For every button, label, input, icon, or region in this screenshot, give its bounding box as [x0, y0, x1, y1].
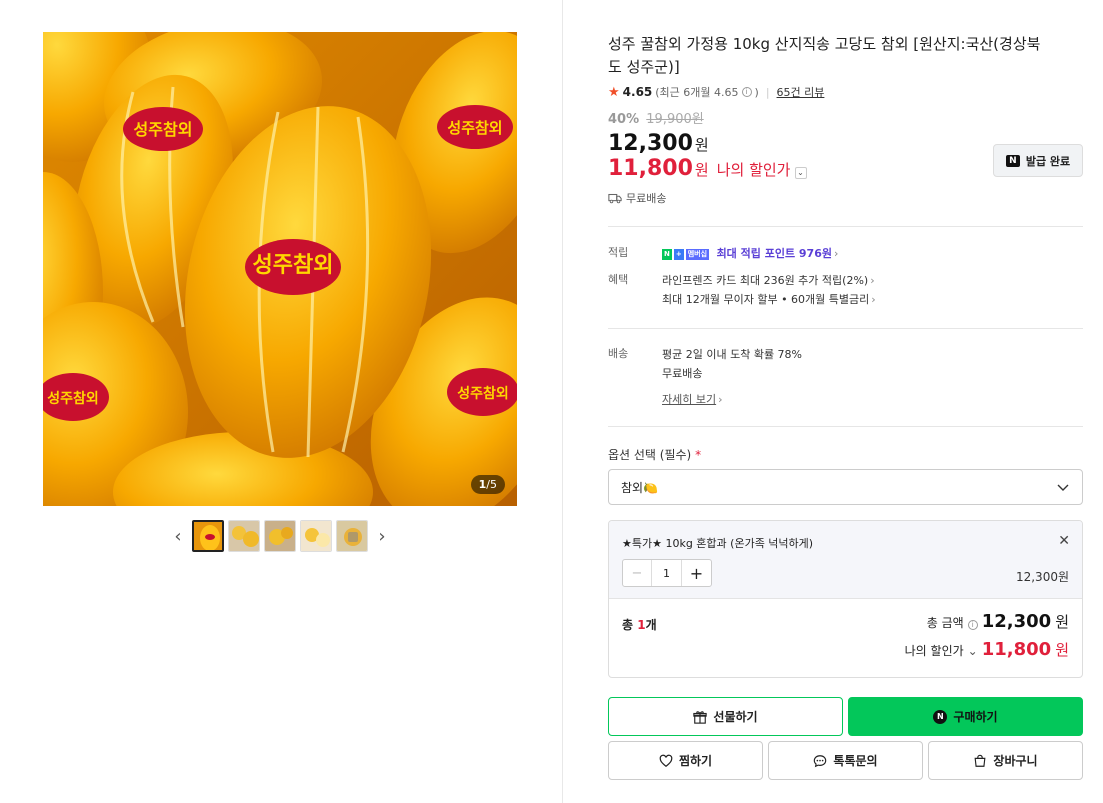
thumb-next-button[interactable]: ›: [372, 520, 392, 552]
info-icon[interactable]: i: [741, 87, 752, 97]
chat-icon: [814, 754, 827, 767]
selected-option-box: ★특가★ 10kg 혼합과 (온가족 넉넉하게) ✕ − 1 + 12,300원…: [608, 520, 1083, 678]
discount-percent: 40%: [608, 112, 640, 127]
total-amount: 총 금액 i 12,300 원: [926, 611, 1069, 632]
rating-recent: (최근 6개월 4.65: [655, 86, 739, 99]
benefit-card-link[interactable]: 라인프렌즈 카드 최대 236원 추가 적립(2%) ›: [662, 274, 875, 287]
thumbnail-strip: ‹ ›: [168, 520, 392, 552]
divider: [608, 328, 1083, 329]
svg-text:성주참외: 성주참외: [447, 119, 502, 137]
info-icon[interactable]: i: [967, 620, 978, 630]
product-main-image[interactable]: 성주참외 성주참외 성주참외 성주참외 성주참외 1/5: [43, 32, 517, 506]
shopping-bag-icon: [974, 754, 986, 767]
quantity-stepper: − 1 +: [622, 559, 712, 587]
delivery-fee: 무료배송: [662, 367, 703, 380]
rating-row: ★ 4.65 (최근 6개월 4.65 i) | 65건 리뷰: [608, 84, 825, 100]
sale-price: 12,300 원: [608, 131, 709, 156]
membership-badge: N + 멤버십: [662, 248, 710, 260]
shipping-info: 무료배송: [608, 190, 666, 206]
product-title: 성주 꿀참외 가정용 10kg 산지직송 고당도 참외 [원산지:국산(경상북도…: [608, 35, 1041, 76]
truck-icon: [608, 193, 622, 204]
divider: [608, 226, 1083, 227]
thumbnail-5[interactable]: [336, 520, 368, 552]
benefit-installment-link[interactable]: 최대 12개월 무이자 할부 • 60개월 특별금리 ›: [662, 293, 876, 306]
buy-button[interactable]: N 구매하기: [848, 697, 1083, 736]
thumbnail-1[interactable]: [192, 520, 224, 552]
rating-value: 4.65: [622, 85, 653, 99]
discount-row: 40% 19,900원: [608, 108, 704, 127]
decrease-button[interactable]: −: [623, 560, 652, 586]
selected-option-name: ★특가★ 10kg 혼합과 (온가족 넉넉하게): [622, 537, 814, 550]
coupon-issued-button[interactable]: N 발급 완료: [993, 144, 1083, 177]
thumbnail-3[interactable]: [264, 520, 296, 552]
gift-button[interactable]: 선물하기: [608, 697, 843, 736]
option-label: 옵션 선택 (필수) *: [608, 448, 702, 462]
talk-inquiry-button[interactable]: 톡톡문의: [768, 741, 923, 780]
melon-photo: 성주참외 성주참외 성주참외 성주참외 성주참외: [43, 32, 517, 506]
points-link[interactable]: N + 멤버십 최대 적립 포인트 976원 ›: [662, 244, 838, 263]
chevron-right-icon: ›: [833, 247, 839, 260]
chevron-right-icon: ›: [718, 393, 723, 406]
gift-icon: [693, 710, 708, 724]
increase-button[interactable]: +: [682, 560, 711, 586]
total-my-price[interactable]: 나의 할인가 ⌄ 11,800 원: [905, 639, 1069, 660]
svg-text:성주참외: 성주참외: [253, 253, 334, 278]
reviews-link[interactable]: 65건 리뷰: [777, 84, 825, 100]
naver-pay-icon: N: [933, 709, 948, 724]
delivery-detail-link[interactable]: 자세히 보기 ›: [662, 390, 723, 409]
sticker-center: 성주참외: [245, 239, 341, 295]
divider: [608, 426, 1083, 427]
chevron-down-icon[interactable]: ⌄: [794, 167, 807, 179]
total-count: 총 1개: [622, 618, 657, 632]
svg-text:성주참외: 성주참외: [457, 385, 509, 402]
svg-text:성주참외: 성주참외: [47, 390, 99, 407]
star-icon: ★: [608, 84, 620, 100]
column-divider: [562, 0, 563, 803]
thumbnail-2[interactable]: [228, 520, 260, 552]
product-page: 성주참외 성주참외 성주참외 성주참외 성주참외 1/5 ‹ › 성주 꿀참외 …: [0, 0, 1103, 803]
delivery-estimate: 평균 2일 이내 도착 확률 78%: [662, 348, 803, 361]
chevron-right-icon: ›: [871, 293, 876, 306]
cart-button[interactable]: 장바구니: [928, 741, 1083, 780]
image-counter: 1/5: [470, 475, 505, 494]
svg-text:성주참외: 성주참외: [134, 120, 193, 139]
chevron-down-icon: [1057, 484, 1069, 491]
thumb-prev-button[interactable]: ‹: [168, 520, 188, 552]
wish-button[interactable]: 찜하기: [608, 741, 763, 780]
option-select[interactable]: 참외🍋: [608, 469, 1083, 505]
thumbnail-4[interactable]: [300, 520, 332, 552]
original-price: 19,900원: [646, 112, 704, 127]
coupon-icon: N: [1005, 154, 1020, 167]
chevron-right-icon: ›: [870, 274, 875, 287]
close-icon[interactable]: ✕: [1058, 533, 1070, 549]
heart-icon: [659, 754, 673, 767]
chevron-down-icon: ⌄: [967, 644, 978, 658]
my-discount-price[interactable]: 11,800 원 나의 할인가 ⌄: [608, 156, 807, 181]
quantity-input[interactable]: 1: [652, 560, 682, 586]
option-price: 12,300원: [1015, 570, 1069, 584]
